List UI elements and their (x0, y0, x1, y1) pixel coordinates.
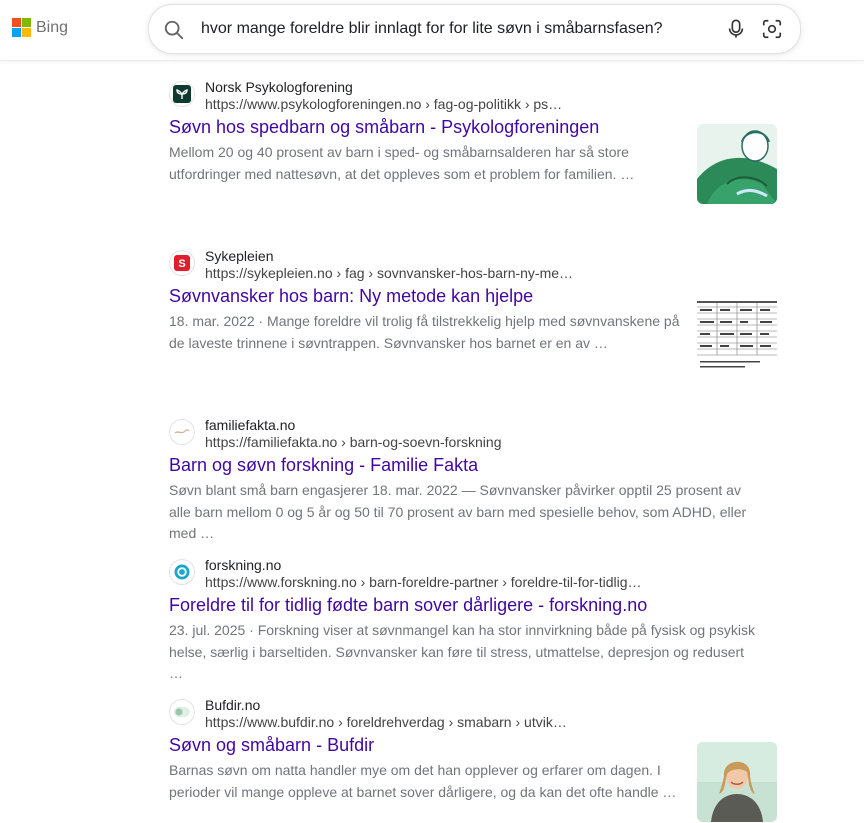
result-url[interactable]: https://www.forskning.no › barn-foreldre… (205, 574, 642, 590)
bufdir-toggle-icon[interactable] (169, 699, 195, 725)
result-site-name: Bufdir.no (205, 697, 261, 713)
result-snippet: 18. mar. 2022 · Mange foreldre vil troli… (169, 313, 680, 351)
result-title-link[interactable]: Barn og søvn forskning - Familie Fakta (169, 455, 478, 476)
result-url[interactable]: https://www.psykologforeningen.no › fag-… (205, 96, 562, 112)
svg-text:S: S (178, 258, 185, 270)
bing-logo[interactable]: Bing (12, 18, 68, 37)
search-result: Bufdir.no https://www.bufdir.no › foreld… (169, 697, 779, 822)
result-url[interactable]: https://www.bufdir.no › foreldrehverdag … (205, 714, 567, 730)
search-result: forskning.no https://www.forskning.no › … (169, 557, 779, 681)
result-thumbnail[interactable] (697, 742, 777, 822)
result-site-name: Norsk Psykologforening (205, 79, 353, 95)
microsoft-logo-icon (12, 18, 31, 37)
search-icon[interactable] (163, 19, 185, 41)
result-snippet: Mellom 20 og 40 prosent av barn i sped- … (169, 144, 635, 182)
result-url[interactable]: https://familiefakta.no › barn-og-soevn-… (205, 434, 501, 450)
result-thumbnail[interactable] (697, 293, 777, 373)
result-title-link[interactable]: Søvn og småbarn - Bufdir (169, 735, 374, 756)
psykologforeningen-leaf-icon[interactable] (169, 81, 195, 107)
result-title-link[interactable]: Søvnvansker hos barn: Ny metode kan hjel… (169, 286, 533, 307)
result-snippet: 23. jul. 2025 · Forskning viser at søvnm… (169, 622, 755, 681)
result-site-name: Sykepleien (205, 248, 274, 264)
brand-name: Bing (36, 18, 69, 36)
visual-search-camera-icon[interactable] (761, 18, 783, 40)
microphone-icon[interactable] (725, 18, 747, 40)
result-url[interactable]: https://sykepleien.no › fag › sovnvanske… (205, 265, 573, 281)
search-input[interactable] (201, 18, 741, 40)
header: Bing (0, 0, 864, 61)
result-snippet: Søvn blant små barn engasjerer 18. mar. … (169, 482, 747, 541)
result-thumbnail[interactable] (697, 124, 777, 204)
search-result: familiefakta.no https://familiefakta.no … (169, 417, 779, 541)
result-site-name: familiefakta.no (205, 417, 296, 433)
result-title-link[interactable]: Foreldre til for tidlig fødte barn sover… (169, 595, 647, 616)
result-title-link[interactable]: Søvn hos spedbarn og småbarn - Psykologf… (169, 117, 599, 138)
sykepleien-s-icon[interactable]: S (169, 250, 195, 276)
result-site-name: forskning.no (205, 557, 282, 573)
result-snippet: Barnas søvn om natta handler mye om det … (169, 762, 677, 800)
search-result: Norsk Psykologforening https://www.psyko… (169, 79, 779, 204)
forskning-ring-icon[interactable] (169, 559, 195, 585)
search-result: S Sykepleien https://sykepleien.no › fag… (169, 248, 779, 373)
familiefakta-icon[interactable] (169, 419, 195, 445)
search-box[interactable] (148, 4, 801, 54)
